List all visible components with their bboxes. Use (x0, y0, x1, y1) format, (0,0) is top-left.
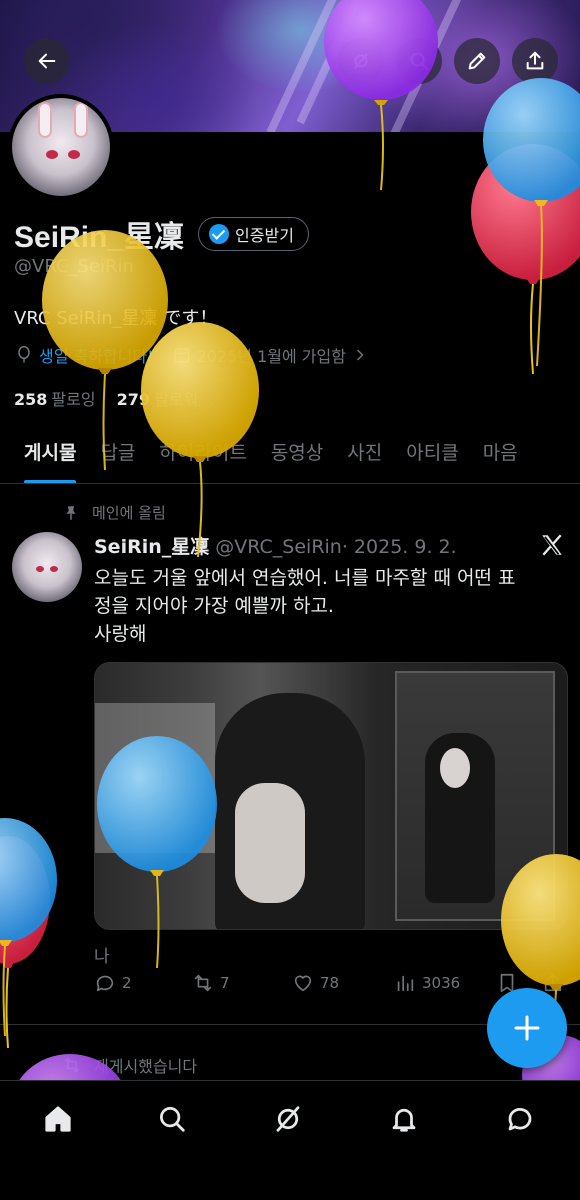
profile-handle: @VRC_SeiRin (14, 256, 134, 277)
reply-count: 2 (122, 974, 132, 992)
pin-icon (66, 505, 76, 520)
plus-icon (514, 1015, 540, 1041)
balloon-blue-left (0, 818, 57, 1037)
following-link[interactable]: 258 팔로잉 (14, 390, 96, 409)
explore-icon (354, 53, 368, 69)
edit-icon (468, 52, 486, 70)
share-icon (544, 973, 562, 992)
profile-meta: 생일 축하합니다! 2025년 1월에 가입함 (14, 343, 375, 367)
followers-count: 279 (116, 390, 151, 409)
notifications-icon (392, 1108, 416, 1132)
search-button[interactable] (396, 38, 442, 84)
reposted-label: 재게시했습니다 (94, 1057, 198, 1076)
messages-icon (508, 1108, 532, 1131)
home-icon (45, 1106, 71, 1132)
share-icon (526, 51, 544, 70)
post-image[interactable] (94, 662, 568, 930)
repost-icon (194, 974, 212, 992)
views-icon (397, 975, 414, 992)
calendar-icon (174, 347, 189, 363)
compose-post-button[interactable] (487, 988, 567, 1068)
search-icon (160, 1107, 185, 1132)
share-post-button[interactable] (542, 972, 570, 994)
repost-count: 7 (220, 974, 230, 992)
x-logo-icon[interactable] (538, 532, 566, 558)
search-icon (410, 52, 429, 71)
tab-likes[interactable]: 마음 (483, 426, 518, 483)
explore-button[interactable] (338, 38, 384, 84)
grok-icon (276, 1106, 300, 1132)
joined-date: 2025년 1월에 가입함 (196, 347, 346, 366)
pinned-label: 메인에 올림 (92, 504, 166, 522)
profile-tabs: 게시물 답글 하이라이트 동영상 사진 아티클 마음 (0, 426, 580, 484)
post-header: SeiRin_星凜 @VRC_SeiRin · 2025. 9. 2. (94, 532, 457, 559)
back-button[interactable] (24, 38, 70, 84)
post-author-name[interactable]: SeiRin_星凜 (94, 532, 209, 559)
follow-stats: 258 팔로잉 279 팔로워 (14, 386, 198, 410)
balloon-red-left (0, 836, 50, 1049)
post-text-line-2: 정을 지어야 가장 예쁠까 하고. (94, 595, 334, 617)
repost-button[interactable]: 7 (192, 972, 230, 994)
tab-highlights[interactable]: 하이라이트 (159, 426, 246, 483)
post-author-avatar[interactable] (12, 532, 82, 602)
following-label: 팔로잉 (51, 390, 96, 409)
edit-button[interactable] (454, 38, 500, 84)
birthday-text[interactable]: 생일 축하합니다! (39, 343, 154, 367)
verify-label: 인증받기 (235, 226, 294, 245)
share-button[interactable] (512, 38, 558, 84)
verified-badge-icon (209, 224, 230, 244)
pinned-indicator: 메인에 올림 (62, 502, 166, 523)
post-text-line-3: 사랑해 (94, 623, 147, 645)
get-verified-button[interactable]: 인증받기 (198, 217, 309, 251)
reply-button[interactable]: 2 (94, 972, 132, 994)
tab-replies[interactable]: 답글 (100, 426, 135, 483)
like-button[interactable]: 78 (292, 972, 339, 994)
back-icon (38, 53, 56, 69)
chevron-right-icon[interactable] (350, 345, 370, 365)
post-date[interactable]: · 2025. 9. 2. (342, 536, 457, 558)
display-name: SeiRin_星凜 (14, 221, 185, 254)
post-body: 오늘도 거울 앞에서 연습했어. 너를 마주할 때 어떤 표 정을 지어야 가장… (94, 564, 574, 648)
tab-videos[interactable]: 동영상 (271, 426, 323, 483)
balloon-icon (18, 345, 30, 363)
repost-indicator: 재게시했습니다 (62, 1053, 197, 1077)
nav-search[interactable] (152, 1099, 192, 1139)
profile-avatar[interactable] (8, 94, 114, 200)
name-row: SeiRin_星凜 인증받기 (14, 212, 309, 256)
tab-posts[interactable]: 게시물 (24, 426, 77, 483)
post-text-line-1: 오늘도 거울 앞에서 연습했어. 너를 마주할 때 어떤 표 (94, 567, 516, 589)
tab-photos[interactable]: 사진 (347, 426, 382, 483)
nav-notifications[interactable] (384, 1099, 424, 1139)
post-author-handle[interactable]: @VRC_SeiRin (215, 536, 342, 558)
reply-icon (96, 975, 114, 992)
heart-icon (294, 975, 312, 992)
followers-label: 팔로워 (154, 390, 199, 409)
views-button[interactable]: 3036 (394, 972, 460, 994)
nav-home[interactable] (38, 1099, 78, 1139)
nav-grok[interactable] (268, 1099, 308, 1139)
post-caption: 나 (94, 947, 110, 967)
post-actions: 2 7 78 3036 (94, 972, 574, 998)
bottom-navigation (0, 1080, 580, 1200)
nav-messages[interactable] (500, 1099, 540, 1139)
followers-link[interactable]: 279 팔로워 (117, 390, 199, 409)
tab-articles[interactable]: 아티클 (406, 426, 458, 483)
like-count: 78 (320, 974, 340, 992)
profile-bio: VRC SeiRin_星凜 です！ (14, 308, 218, 329)
view-count: 3036 (422, 974, 461, 992)
repost-icon (64, 1057, 80, 1073)
following-count: 258 (14, 390, 48, 409)
balloon-red-right (471, 144, 580, 375)
